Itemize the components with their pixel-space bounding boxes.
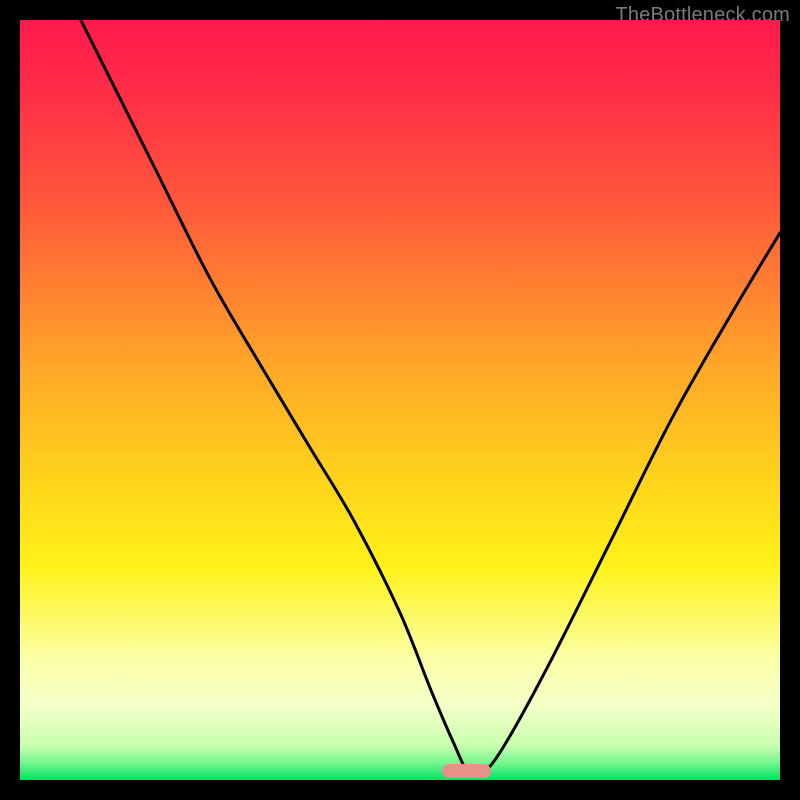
chart-frame: TheBottleneck.com xyxy=(0,0,800,800)
optimal-range-marker xyxy=(442,764,491,778)
bottleneck-curve xyxy=(20,20,780,780)
plot-area xyxy=(20,20,780,780)
